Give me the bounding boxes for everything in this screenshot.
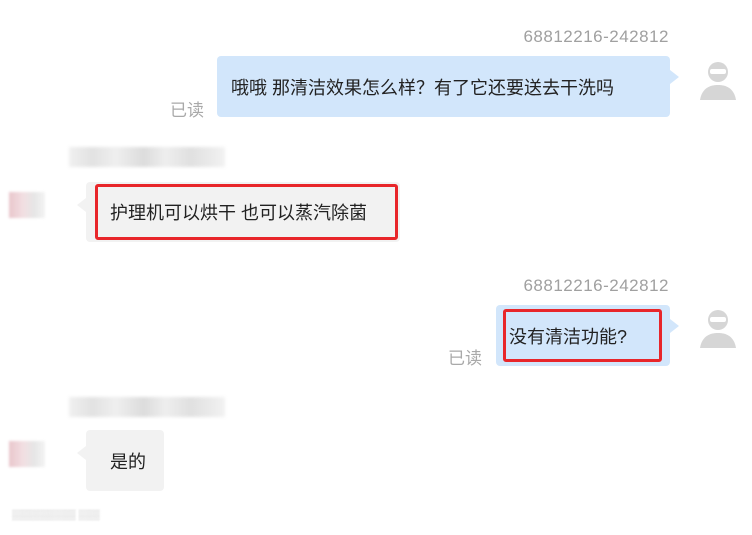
blurred-watermark: ▒▒▒▒▒▒▒▒▒ ▒▒▒ <box>12 510 100 521</box>
message-text: 没有清洁功能? <box>509 326 628 347</box>
chat-history: 68812216-242812 已读 哦哦 那清洁效果怎么样？有了它还要送去干洗… <box>0 0 752 535</box>
bubble-tail <box>670 319 679 333</box>
message-bubble-outgoing[interactable]: 哦哦 那清洁效果怎么样？有了它还要送去干洗吗 <box>217 56 670 117</box>
read-receipt: 已读 <box>448 349 482 368</box>
bubble-tail <box>77 198 86 212</box>
blurred-customer-name <box>69 397 225 417</box>
message-bubble-incoming[interactable]: 是的 <box>86 430 164 491</box>
message-bubble-incoming[interactable]: 护理机可以烘干 也可以蒸汽除菌 <box>86 182 400 242</box>
blurred-customer-name <box>69 147 225 167</box>
read-receipt: 已读 <box>170 101 204 120</box>
message-text: 是的 <box>110 451 146 472</box>
message-text: 护理机可以烘干 也可以蒸汽除菌 <box>110 203 367 223</box>
message-bubble-outgoing[interactable]: 没有清洁功能? <box>496 305 670 366</box>
sender-id: 68812216-242812 <box>523 27 669 46</box>
bubble-tail <box>77 446 86 460</box>
customer-avatar <box>9 192 45 218</box>
customer-avatar <box>9 441 45 467</box>
agent-avatar-icon <box>700 310 736 348</box>
agent-avatar-icon <box>700 62 736 100</box>
bubble-tail <box>670 70 679 84</box>
sender-id: 68812216-242812 <box>523 276 669 295</box>
message-text: 哦哦 那清洁效果怎么样？有了它还要送去干洗吗 <box>231 77 614 98</box>
